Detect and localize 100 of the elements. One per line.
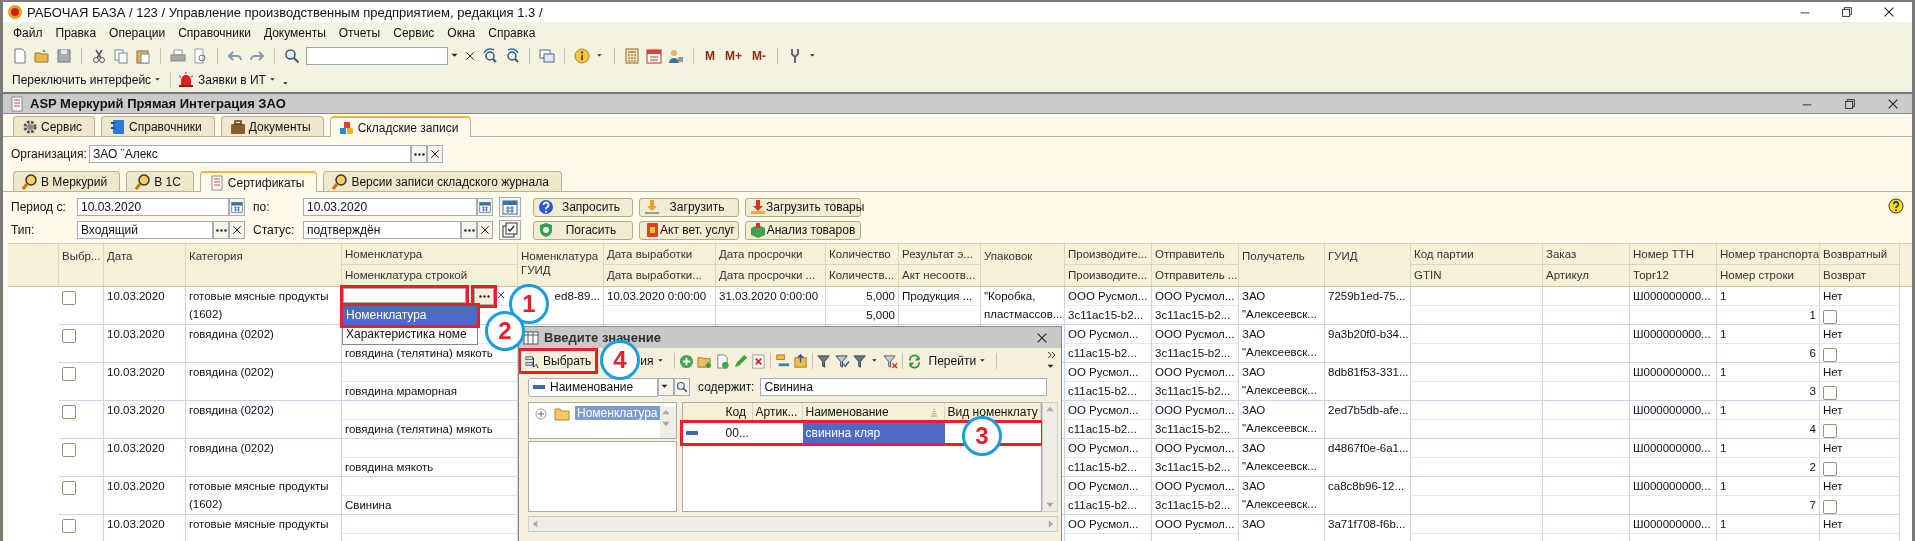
open-folder-icon[interactable]	[34, 48, 50, 64]
calendar-icon[interactable]	[646, 48, 662, 64]
windows-icon[interactable]	[539, 48, 555, 64]
action-button[interactable]: Погасить	[533, 220, 633, 240]
choose-button[interactable]	[461, 221, 477, 239]
column-subheader[interactable]: Торг12	[1630, 265, 1716, 285]
double-chevron-icon[interactable]	[1046, 349, 1058, 361]
column-header[interactable]: Дата выработки	[604, 244, 715, 265]
action-button[interactable]: Запросить	[533, 197, 633, 217]
checkbox[interactable]	[1823, 423, 1837, 438]
restore-icon[interactable]	[1843, 96, 1857, 111]
tree-icon[interactable]	[774, 353, 790, 369]
delete-icon[interactable]	[750, 353, 766, 369]
copy-icon[interactable]	[113, 48, 129, 64]
printer-icon[interactable]	[170, 48, 186, 64]
action-button[interactable]: Акт вет. услуг	[639, 220, 739, 240]
tab[interactable]: Справочники	[101, 116, 215, 136]
menu-item[interactable]: Отчеты	[338, 26, 381, 40]
column-header[interactable]: ГУИД	[1325, 244, 1410, 263]
memory-button[interactable]: М-	[750, 49, 768, 63]
tab[interactable]: В Меркурий	[13, 171, 121, 191]
tab[interactable]: Складские записи	[329, 116, 472, 137]
new-document-icon[interactable]	[12, 48, 28, 64]
action-button[interactable]: Загрузить	[639, 197, 739, 217]
go-to-button[interactable]: Перейти	[924, 351, 993, 371]
clear-button[interactable]	[229, 221, 245, 239]
save-icon[interactable]	[56, 48, 72, 64]
column-subheader[interactable]: GTIN	[1411, 265, 1542, 285]
menu-item[interactable]: Справка	[488, 26, 536, 40]
checkbox[interactable]	[1823, 347, 1837, 362]
column-header[interactable]: Номенклатура	[342, 244, 517, 265]
column-header[interactable]: Артик...	[752, 403, 798, 422]
menu-item[interactable]: Файл	[13, 26, 43, 40]
choose-button[interactable]	[411, 145, 427, 163]
close-icon[interactable]	[464, 50, 476, 62]
checkbox[interactable]	[1823, 309, 1837, 324]
column-header[interactable]: Выбр...	[59, 244, 103, 263]
column-subheader[interactable]: Дата выработки...	[604, 265, 715, 285]
action-button[interactable]: Анализ товаров	[745, 220, 861, 240]
calendar-button[interactable]	[229, 198, 245, 216]
column-header[interactable]: Возвратный	[1820, 244, 1899, 265]
input-field[interactable]	[343, 288, 466, 303]
column-subheader[interactable]: Номенклатура строкой	[342, 265, 517, 285]
menu-item[interactable]: Правка	[55, 26, 97, 40]
date-field[interactable]: 10.03.2020	[303, 198, 477, 216]
column-subheader[interactable]: Акт несоотв...	[899, 265, 980, 285]
filter-clear-icon[interactable]	[882, 353, 898, 369]
dropdown-option[interactable]: Номенклатура	[343, 306, 477, 325]
column-header[interactable]: Номер ТТН	[1630, 244, 1716, 265]
filter-icon[interactable]	[816, 353, 832, 369]
checkbox[interactable]	[62, 366, 76, 381]
checkbox[interactable]	[62, 328, 76, 343]
paste-icon[interactable]	[135, 48, 151, 64]
menu-item[interactable]: Документы	[263, 26, 326, 40]
search-field-select[interactable]: Наименование	[528, 377, 658, 397]
column-header[interactable]: Номер транспорта	[1717, 244, 1819, 265]
column-header[interactable]: Количество	[826, 244, 898, 265]
restore-icon[interactable]	[1840, 5, 1854, 19]
search-button[interactable]	[674, 378, 690, 396]
column-subheader[interactable]: Дата просрочки ...	[716, 265, 825, 285]
find-next-icon[interactable]	[482, 48, 498, 64]
checkbox[interactable]	[1823, 461, 1837, 476]
dropdown-button[interactable]	[658, 378, 674, 396]
tree-up-icon[interactable]	[792, 353, 808, 369]
date-field[interactable]: 10.03.2020	[77, 198, 229, 216]
choose-button[interactable]	[213, 221, 229, 239]
menu-item[interactable]: Операции	[109, 26, 166, 40]
column-subheader[interactable]: Отправитель ...	[1152, 265, 1238, 285]
checkbox[interactable]	[62, 480, 76, 495]
close-icon[interactable]	[1882, 5, 1896, 19]
checkbox[interactable]	[1823, 499, 1837, 514]
checkbox[interactable]	[62, 290, 76, 305]
menu-item[interactable]: Сервис	[393, 26, 435, 40]
print-preview-icon[interactable]	[192, 48, 208, 64]
column-subheader[interactable]: Артикул	[1543, 265, 1629, 285]
clear-button[interactable]	[477, 221, 493, 239]
tab[interactable]: В 1С	[126, 171, 194, 191]
filter-check-icon[interactable]	[834, 353, 850, 369]
tab[interactable]: Версии записи складского журнала	[323, 171, 562, 191]
search-field[interactable]: Свинина	[760, 378, 1047, 396]
memory-button[interactable]: М+	[723, 49, 744, 63]
column-header[interactable]: Дата	[104, 244, 185, 263]
organization-field[interactable]: ЗАО ¨Алекс	[89, 145, 411, 163]
switch-interface-button[interactable]: Переключить интерфейс	[12, 73, 164, 87]
dropdown-option[interactable]: Характеристика номе	[343, 325, 477, 344]
column-header[interactable]: Категория	[186, 244, 341, 263]
menu-item[interactable]: Окна	[447, 26, 476, 40]
column-header[interactable]: Код	[722, 403, 748, 422]
tab[interactable]: Документы	[220, 116, 324, 136]
choose-button[interactable]	[474, 288, 494, 305]
user-icon[interactable]	[668, 48, 684, 64]
tab[interactable]: Сервис	[13, 116, 96, 136]
column-subheader[interactable]: Возврат	[1820, 265, 1899, 285]
requests-button[interactable]: Заявки в ИТ	[198, 73, 278, 87]
add-icon[interactable]	[678, 353, 694, 369]
checkbox[interactable]	[62, 442, 76, 457]
copy-document-icon[interactable]	[714, 353, 730, 369]
checklist-button[interactable]	[499, 220, 521, 240]
select-button[interactable]: Выбрать	[521, 351, 596, 371]
column-header[interactable]: Заказ	[1543, 244, 1629, 265]
